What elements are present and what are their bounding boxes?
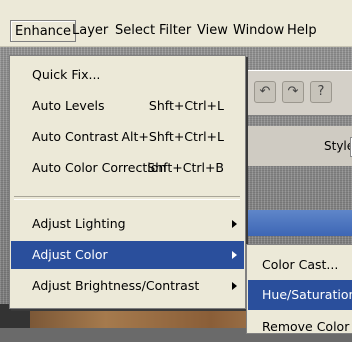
menu-item-auto-contrast[interactable]: Auto Contrast Alt+Shft+Ctrl+L (11, 123, 244, 151)
menu-item-label: Auto Color Correction (32, 160, 167, 175)
toolbar: ↶ ↷ ? (246, 70, 352, 116)
menu-window[interactable]: Window (229, 20, 288, 42)
document-titlebar (246, 210, 352, 236)
menu-select[interactable]: Select (111, 20, 159, 42)
menu-item-label: Auto Contrast (32, 129, 119, 144)
menu-item-auto-color-correction[interactable]: Auto Color Correction Shft+Ctrl+B (11, 154, 244, 182)
menu-filter[interactable]: Filter (155, 20, 195, 42)
menu-item-shortcut: Alt+Shft+Ctrl+L (121, 129, 225, 144)
submenu-item-hue-saturation[interactable]: Hue/Saturation... (248, 280, 352, 310)
menu-bar: Enhance Layer Select Filter View Window … (0, 0, 352, 47)
menu-item-label: Auto Levels (32, 98, 105, 113)
menu-help[interactable]: Help (283, 20, 321, 42)
menu-layer[interactable]: Layer (68, 20, 112, 42)
menu-item-adjust-brightness-contrast[interactable]: Adjust Brightness/Contrast (11, 272, 244, 300)
menu-item-label: Adjust Color (32, 247, 108, 262)
submenu-arrow-icon (232, 251, 237, 259)
menu-item-quick-fix[interactable]: Quick Fix... (11, 61, 244, 89)
submenu-arrow-icon (232, 220, 237, 228)
menu-separator (14, 196, 240, 200)
menu-item-adjust-lighting[interactable]: Adjust Lighting (11, 210, 244, 238)
menu-enhance[interactable]: Enhance (10, 20, 77, 42)
adjust-color-submenu: Color Cast... Hue/Saturation... Remove C… (246, 244, 352, 334)
menu-item-adjust-color[interactable]: Adjust Color (11, 241, 244, 269)
menu-item-label: Adjust Brightness/Contrast (32, 278, 200, 293)
enhance-menu: Quick Fix... Auto Levels Shft+Ctrl+L Aut… (9, 55, 246, 309)
menu-item-label: Adjust Lighting (32, 216, 126, 231)
menu-item-shortcut: Shft+Ctrl+B (147, 160, 224, 175)
menu-item-label: Quick Fix... (32, 67, 101, 82)
style-label: Style: (324, 139, 352, 153)
undo-icon[interactable]: ↶ (254, 81, 276, 103)
menu-view[interactable]: View (193, 20, 232, 42)
menu-item-auto-levels[interactable]: Auto Levels Shft+Ctrl+L (11, 92, 244, 120)
submenu-item-color-cast[interactable]: Color Cast... (248, 250, 352, 280)
submenu-arrow-icon (232, 282, 237, 290)
help-icon[interactable]: ? (310, 81, 332, 103)
menu-item-shortcut: Shft+Ctrl+L (148, 98, 224, 113)
submenu-item-remove-color[interactable]: Remove Color (248, 312, 352, 342)
redo-icon[interactable]: ↷ (282, 81, 304, 103)
